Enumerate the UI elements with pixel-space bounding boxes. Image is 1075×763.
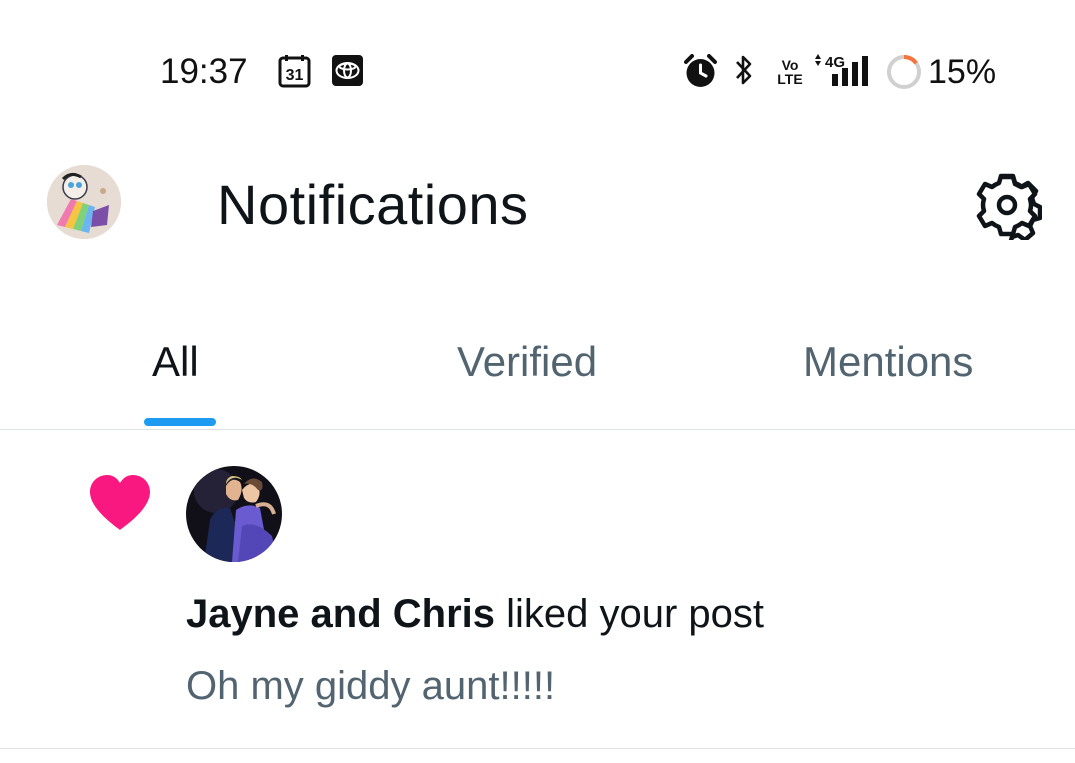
notification-item[interactable]: Jayne and Chris liked your post Oh my gi… bbox=[0, 430, 1075, 748]
profile-avatar[interactable] bbox=[47, 165, 121, 239]
signal-icon: 4G bbox=[815, 54, 868, 86]
volte-top-text: Vo bbox=[781, 57, 799, 73]
calendar-day: 31 bbox=[286, 67, 304, 84]
status-bar: 19:37 31 Vo LTE 4G 15% bbox=[0, 0, 1075, 140]
toyota-icon bbox=[332, 55, 363, 86]
tab-bar: All Verified Mentions bbox=[0, 330, 1075, 430]
liker-avatar-image bbox=[186, 466, 282, 562]
page-title: Notifications bbox=[217, 173, 529, 236]
heart-icon bbox=[90, 475, 150, 530]
settings-button[interactable] bbox=[972, 170, 1043, 245]
calendar-icon: 31 bbox=[278, 55, 311, 88]
tab-all[interactable]: All bbox=[152, 335, 199, 389]
alarm-icon bbox=[684, 54, 717, 87]
battery-icon bbox=[887, 55, 921, 89]
post-snippet[interactable]: Oh my giddy aunt!!!!! bbox=[186, 660, 555, 712]
liker-avatar[interactable] bbox=[186, 466, 282, 562]
volte-bottom-text: LTE bbox=[777, 71, 803, 87]
tab-verified[interactable]: Verified bbox=[457, 335, 597, 389]
liker-name[interactable]: Jayne and Chris bbox=[186, 592, 495, 636]
gear-icon bbox=[976, 173, 1043, 245]
active-tab-indicator bbox=[144, 418, 216, 426]
notification-action: liked your post bbox=[495, 592, 765, 636]
notification-text: Jayne and Chris liked your post bbox=[186, 588, 764, 640]
battery-percent: 15% bbox=[928, 53, 997, 91]
bluetooth-icon bbox=[736, 55, 752, 85]
profile-avatar-image bbox=[47, 165, 121, 239]
tab-mentions[interactable]: Mentions bbox=[803, 335, 973, 389]
status-time: 19:37 bbox=[160, 52, 248, 91]
item-divider bbox=[0, 748, 1075, 749]
volte-icon: Vo LTE bbox=[776, 58, 804, 88]
